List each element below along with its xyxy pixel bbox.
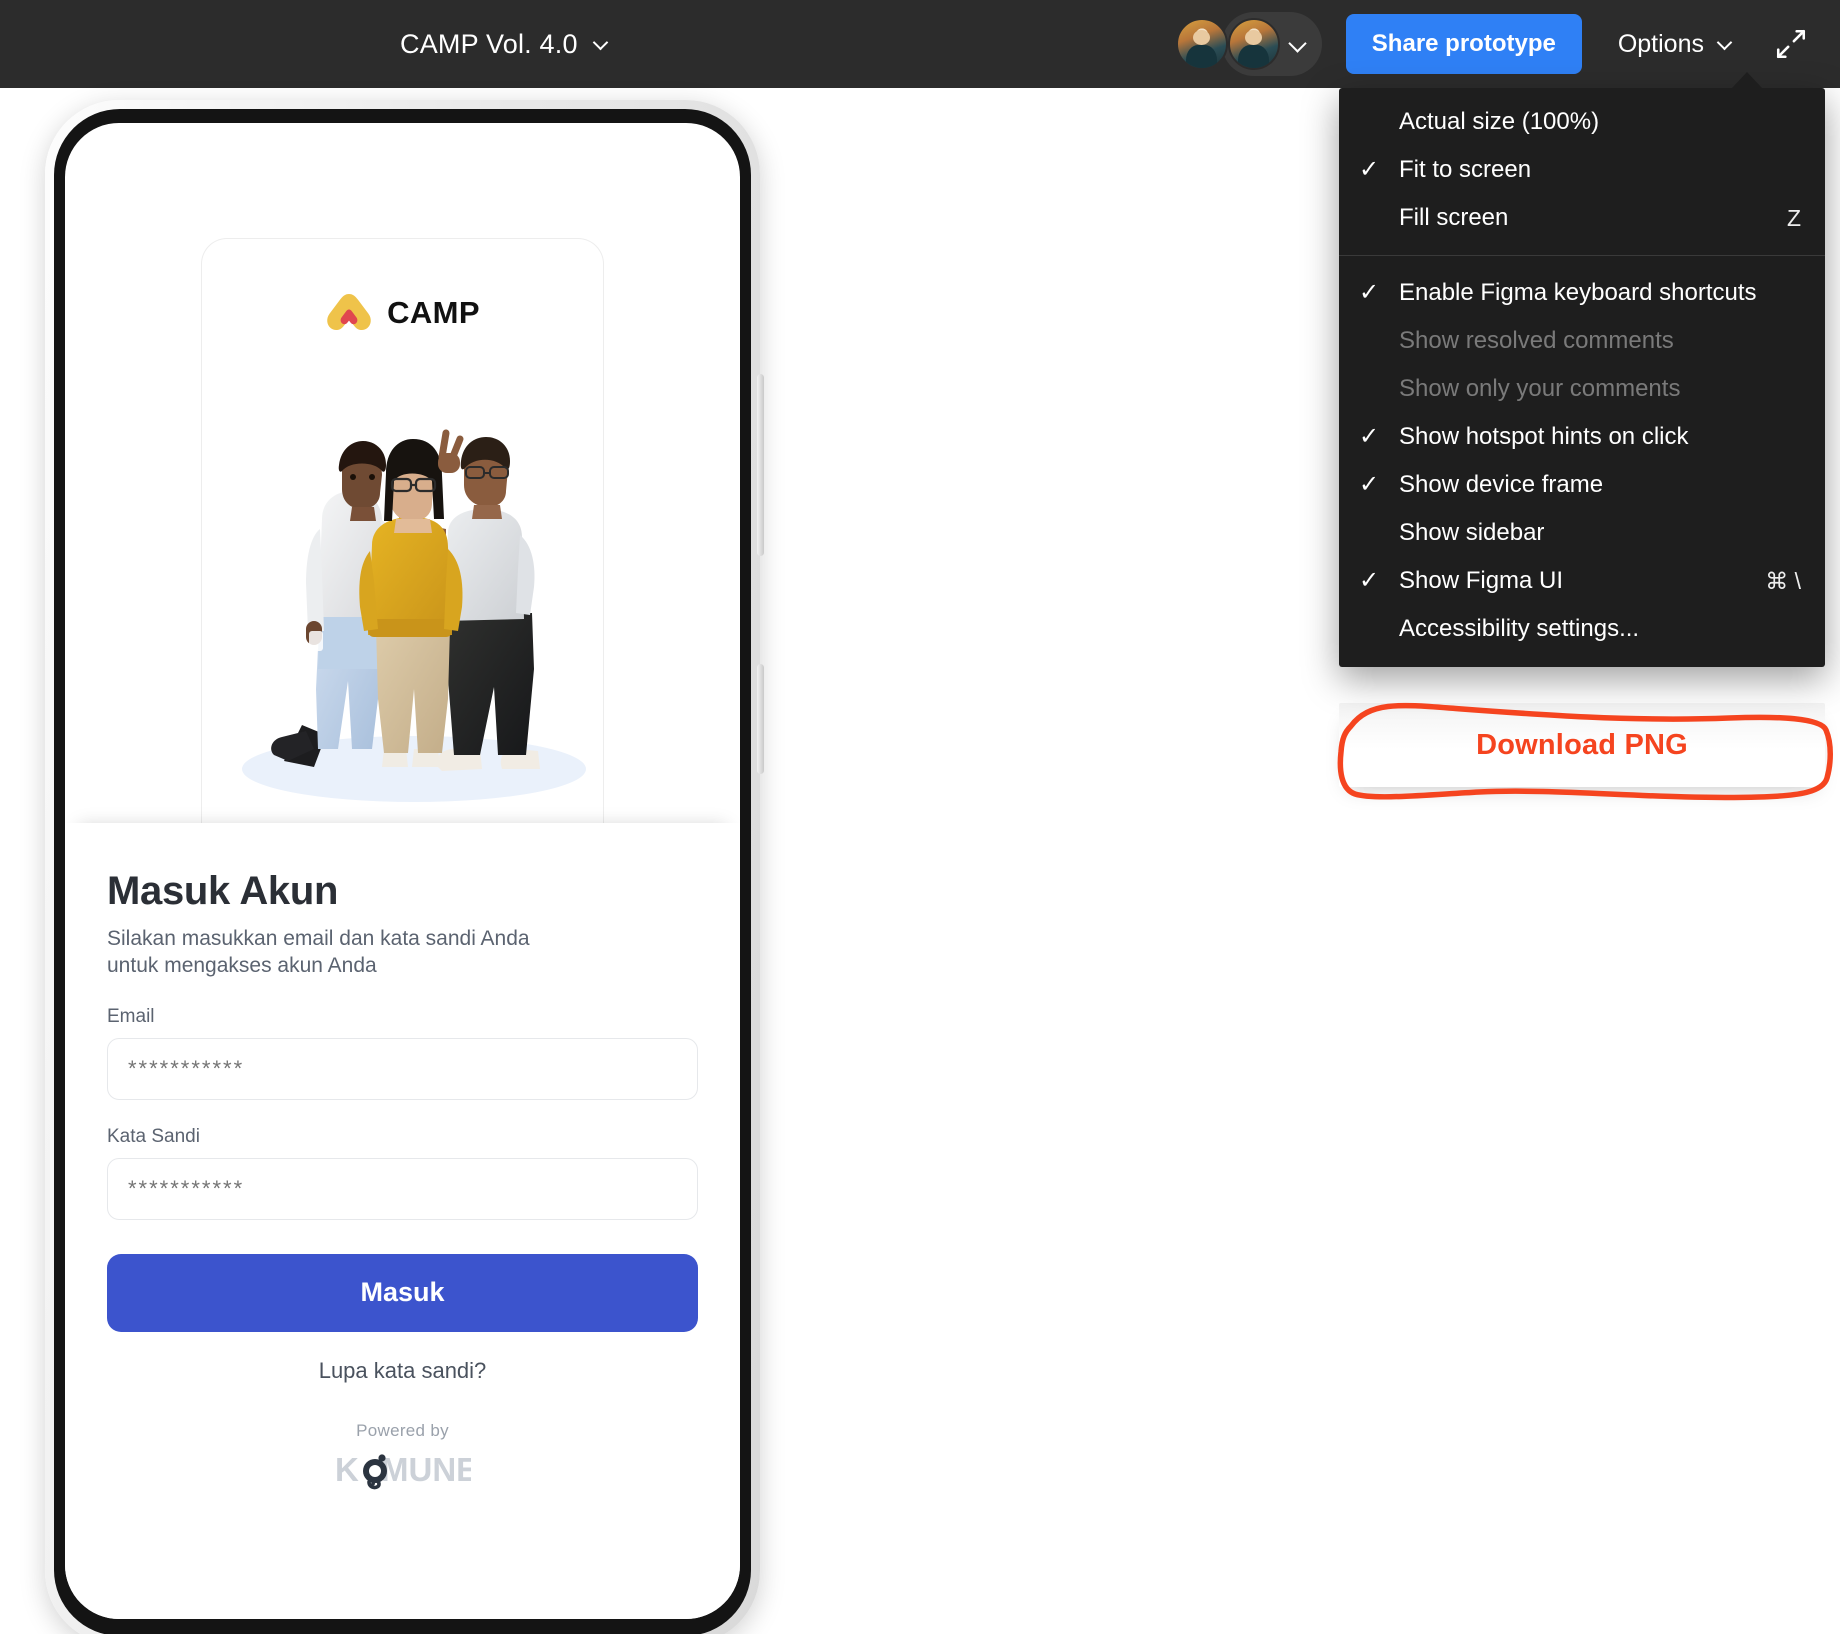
komune-logo-icon: K MUNE	[65, 1451, 740, 1491]
prototype-title-group[interactable]: CAMP Vol. 4.0	[400, 29, 610, 60]
share-prototype-button[interactable]: Share prototype	[1345, 14, 1582, 74]
camp-tent-logo-icon	[327, 294, 371, 331]
password-field-group: Kata Sandi	[107, 1126, 698, 1220]
topbar-actions: Share prototype Options	[1175, 0, 1818, 88]
download-png-label: Download PNG	[1476, 728, 1688, 761]
menu-item-label: Enable Figma keyboard shortcuts	[1399, 279, 1757, 306]
chevron-down-icon[interactable]	[1290, 36, 1306, 52]
checkmark-icon: ✓	[1358, 423, 1380, 450]
options-button[interactable]: Options	[1596, 14, 1756, 74]
download-png-callout[interactable]: Download PNG	[1339, 703, 1825, 787]
avatar-menu-toggle[interactable]	[1221, 12, 1322, 76]
powered-by-footer: Powered by K MUNE	[65, 1421, 740, 1491]
camp-wordmark: CAMP	[387, 295, 480, 330]
page-subtitle: Silakan masukkan email dan kata sandi An…	[107, 927, 530, 977]
menu-item-label: Actual size (100%)	[1399, 108, 1600, 135]
page-title: CAMP Vol. 4.0	[400, 28, 578, 59]
menu-separator	[1339, 255, 1825, 256]
device-bezel: CAMP Masuk Akun Silakan masukkan email d…	[54, 109, 764, 1634]
menu-item-label: Fit to screen	[1399, 156, 1532, 183]
figma-prototype-topbar: CAMP Vol. 4.0 Share prototype Options	[0, 0, 1840, 88]
options-dropdown-menu: Actual size (100%) ✓ Fit to screen Fill scr…	[1339, 72, 1825, 667]
device-frame: CAMP Masuk Akun Silakan masukkan email d…	[45, 100, 764, 1634]
menu-item-label: Fill screen	[1399, 204, 1509, 231]
checkmark-icon: ✓	[1358, 471, 1380, 498]
menu-item-show-only-your-comments: Show only your comments	[1339, 365, 1825, 413]
menu-item-label: Show hotspot hints on click	[1399, 423, 1689, 450]
menu-item-label: Show device frame	[1399, 471, 1604, 498]
options-menu-list: Actual size (100%) ✓ Fit to screen Fill scr…	[1339, 98, 1825, 653]
checkmark-icon: ✓	[1358, 279, 1380, 306]
page-heading: Masuk Akun	[107, 869, 339, 913]
chevron-down-icon[interactable]	[594, 36, 610, 52]
camp-brand-lockup: CAMP	[202, 291, 603, 335]
three-people-3d-illustration	[242, 429, 586, 802]
menu-item-label: Show Figma UI	[1399, 567, 1564, 594]
menu-item-accessibility-settings[interactable]: Accessibility settings...	[1339, 605, 1825, 653]
prototype-screen: CAMP Masuk Akun Silakan masukkan email d…	[65, 123, 740, 1619]
menu-item-show-device-frame[interactable]: ✓ Show device frame	[1339, 461, 1825, 509]
menu-item-show-figma-ui[interactable]: ✓ Show Figma UI ⌘ \	[1339, 557, 1825, 605]
login-submit-button[interactable]: Masuk	[107, 1253, 698, 1332]
forgot-password-link[interactable]: Lupa kata sandi?	[107, 1358, 698, 1384]
menu-item-fill-screen[interactable]: Fill screen Z	[1339, 194, 1825, 242]
volume-rocker-button[interactable]	[757, 374, 764, 556]
menu-item-enable-figma-keyboard-shortcuts[interactable]: ✓ Enable Figma keyboard shortcuts	[1339, 269, 1825, 317]
email-label: Email	[107, 1005, 155, 1027]
app-root: CAMP Vol. 4.0 Share prototype Options Do…	[0, 0, 1840, 1634]
checkmark-icon: ✓	[1358, 567, 1380, 594]
password-label: Kata Sandi	[107, 1125, 200, 1147]
menu-item-show-hotspot-hints-on-click[interactable]: ✓ Show hotspot hints on click	[1339, 413, 1825, 461]
menu-item-shortcut: Z	[1786, 204, 1801, 231]
svg-text:K: K	[335, 1451, 359, 1488]
menu-item-label: Show sidebar	[1399, 519, 1545, 546]
login-form-pane: Masuk Akun Silakan masukkan email dan ka…	[65, 823, 740, 1619]
menu-item-label: Show only your comments	[1399, 375, 1681, 402]
menu-item-fit-to-screen[interactable]: ✓ Fit to screen	[1339, 146, 1825, 194]
menu-item-show-sidebar[interactable]: Show sidebar	[1339, 509, 1825, 557]
menu-item-label: Show resolved comments	[1399, 327, 1674, 354]
menu-item-actual-size-100[interactable]: Actual size (100%)	[1339, 98, 1825, 146]
checkmark-icon: ✓	[1358, 156, 1380, 183]
collaborator-avatars	[1175, 12, 1322, 76]
options-button-label: Options	[1617, 29, 1704, 58]
svg-text:MUNE: MUNE	[381, 1451, 471, 1488]
menu-item-label: Accessibility settings...	[1399, 615, 1640, 642]
powered-by-label: Powered by	[356, 1421, 449, 1440]
menu-caret-icon	[1732, 72, 1762, 88]
avatar[interactable]	[1227, 18, 1280, 70]
power-button[interactable]	[757, 664, 764, 774]
avatar[interactable]	[1175, 18, 1228, 70]
fullscreen-expand-icon[interactable]	[1764, 17, 1818, 71]
password-input[interactable]	[107, 1157, 698, 1220]
hero-card: CAMP	[201, 238, 604, 823]
menu-item-shortcut: ⌘ \	[1765, 567, 1801, 594]
menu-item-show-resolved-comments: Show resolved comments	[1339, 317, 1825, 365]
chevron-down-icon[interactable]	[1718, 36, 1734, 52]
email-field-group: Email	[107, 1006, 698, 1100]
email-input[interactable]	[107, 1037, 698, 1100]
